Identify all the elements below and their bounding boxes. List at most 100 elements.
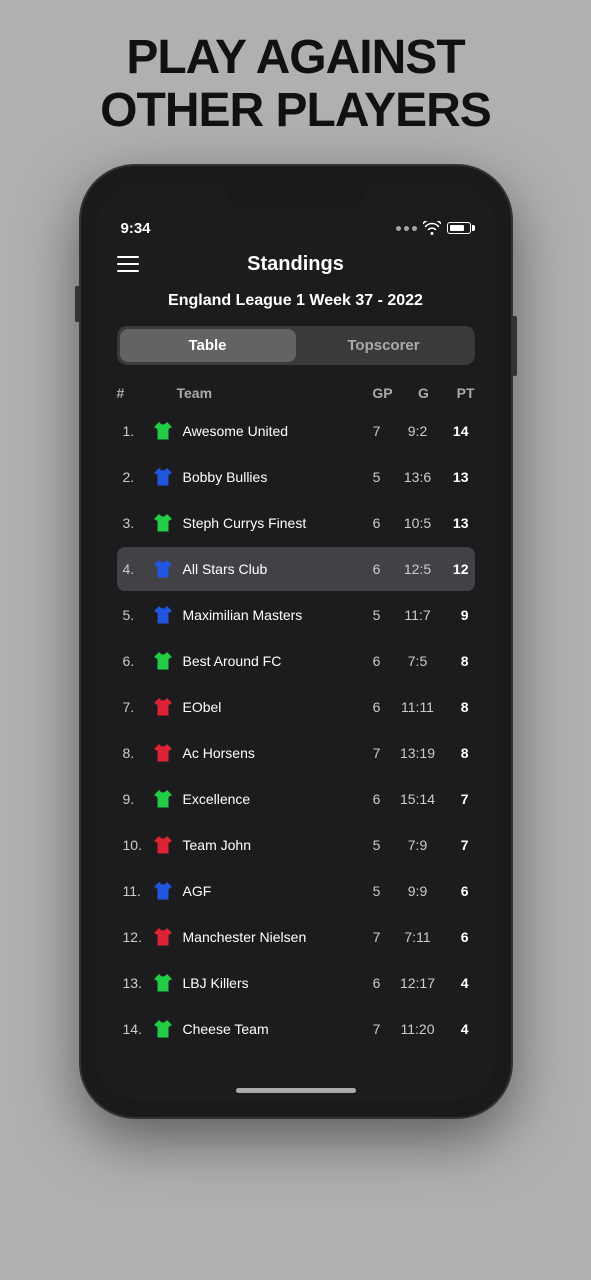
pt-value: 4 [441,1021,469,1037]
rank-number: 1. [123,423,151,439]
g-value: 9:9 [395,883,441,899]
pt-value: 13 [441,515,469,531]
rank-number: 5. [123,607,151,623]
phone-screen: 9:34 [97,182,495,1101]
rank-number: 6. [123,653,151,669]
pt-value: 8 [441,699,469,715]
battery-fill [450,225,464,231]
status-time: 9:34 [121,220,151,237]
signal-dots [396,226,417,231]
gp-value: 7 [359,423,395,439]
rank-number: 4. [123,561,151,577]
header-rank: # [117,385,145,401]
app-content: Standings England League 1 Week 37 - 202… [97,245,495,1073]
phone-wrapper: 9:34 [81,166,511,1117]
signal-dot-1 [396,226,401,231]
team-name: Ac Horsens [183,745,359,761]
team-name: AGF [183,883,359,899]
headline: PLAY AGAINST OTHER PLAYERS [80,0,511,166]
g-value: 11:7 [395,607,441,623]
team-row: 2. Bobby Bullies 5 13:6 13 [117,455,475,499]
hamburger-menu-button[interactable] [117,256,139,272]
gp-value: 6 [359,699,395,715]
rank-number: 7. [123,699,151,715]
g-value: 11:20 [395,1021,441,1037]
team-name: Maximilian Masters [183,607,359,623]
rank-number: 10. [123,837,151,853]
hamburger-line-3 [117,270,139,272]
headline-line1: PLAY AGAINST [126,31,464,84]
gp-value: 6 [359,975,395,991]
pt-value: 12 [441,561,469,577]
tab-table[interactable]: Table [120,329,296,362]
battery-icon [447,222,471,234]
jersey-icon [151,511,175,535]
pt-value: 6 [441,883,469,899]
status-icons [396,221,471,235]
team-name: Excellence [183,791,359,807]
side-button-left [75,286,79,322]
g-value: 15:14 [395,791,441,807]
team-row: 13. LBJ Killers 6 12:17 4 [117,961,475,1005]
team-name: Cheese Team [183,1021,359,1037]
g-value: 7:9 [395,837,441,853]
league-title: England League 1 Week 37 - 2022 [117,292,475,310]
team-row: 5. Maximilian Masters 5 11:7 9 [117,593,475,637]
jersey-icon [151,787,175,811]
jersey-icon [151,649,175,673]
team-table: 1. Awesome United 7 9:2 14 2. Bobby Bull… [117,409,475,1051]
g-value: 7:5 [395,653,441,669]
g-value: 13:19 [395,745,441,761]
signal-dot-3 [412,226,417,231]
g-value: 12:5 [395,561,441,577]
jersey-icon [151,971,175,995]
headline-line2: OTHER PLAYERS [100,84,491,137]
header-g: G [401,385,447,401]
notch [226,182,366,208]
team-name: All Stars Club [183,561,359,577]
rank-number: 14. [123,1021,151,1037]
jersey-icon [151,879,175,903]
team-row: 9. Excellence 6 15:14 7 [117,777,475,821]
jersey-icon [151,603,175,627]
team-name: Awesome United [183,423,359,439]
jersey-icon [151,925,175,949]
jersey-icon [151,695,175,719]
team-row: 7. EObel 6 11:11 8 [117,685,475,729]
g-value: 11:11 [395,699,441,715]
team-row: 1. Awesome United 7 9:2 14 [117,409,475,453]
home-indicator [97,1073,495,1101]
team-name: EObel [183,699,359,715]
g-value: 13:6 [395,469,441,485]
rank-number: 13. [123,975,151,991]
jersey-icon [151,741,175,765]
wifi-icon [423,221,441,235]
rank-number: 3. [123,515,151,531]
jersey-icon [151,833,175,857]
tab-topscorer[interactable]: Topscorer [296,329,472,362]
team-row: 11. AGF 5 9:9 6 [117,869,475,913]
gp-value: 6 [359,791,395,807]
pt-value: 13 [441,469,469,485]
header-gp: GP [365,385,401,401]
g-value: 12:17 [395,975,441,991]
team-row: 10. Team John 5 7:9 7 [117,823,475,867]
header-team: Team [145,385,365,401]
pt-value: 8 [441,745,469,761]
gp-value: 6 [359,515,395,531]
gp-value: 6 [359,561,395,577]
gp-value: 5 [359,837,395,853]
gp-value: 5 [359,469,395,485]
rank-number: 9. [123,791,151,807]
rank-number: 11. [123,883,151,899]
status-bar: 9:34 [97,208,495,245]
team-row: 14. Cheese Team 7 11:20 4 [117,1007,475,1051]
pt-value: 8 [441,653,469,669]
team-name: Best Around FC [183,653,359,669]
notch-area [97,182,495,208]
jersey-icon [151,465,175,489]
pt-value: 14 [441,423,469,439]
team-row: 4. All Stars Club 6 12:5 12 [117,547,475,591]
table-header: # Team GP G PT [117,381,475,409]
rank-number: 2. [123,469,151,485]
